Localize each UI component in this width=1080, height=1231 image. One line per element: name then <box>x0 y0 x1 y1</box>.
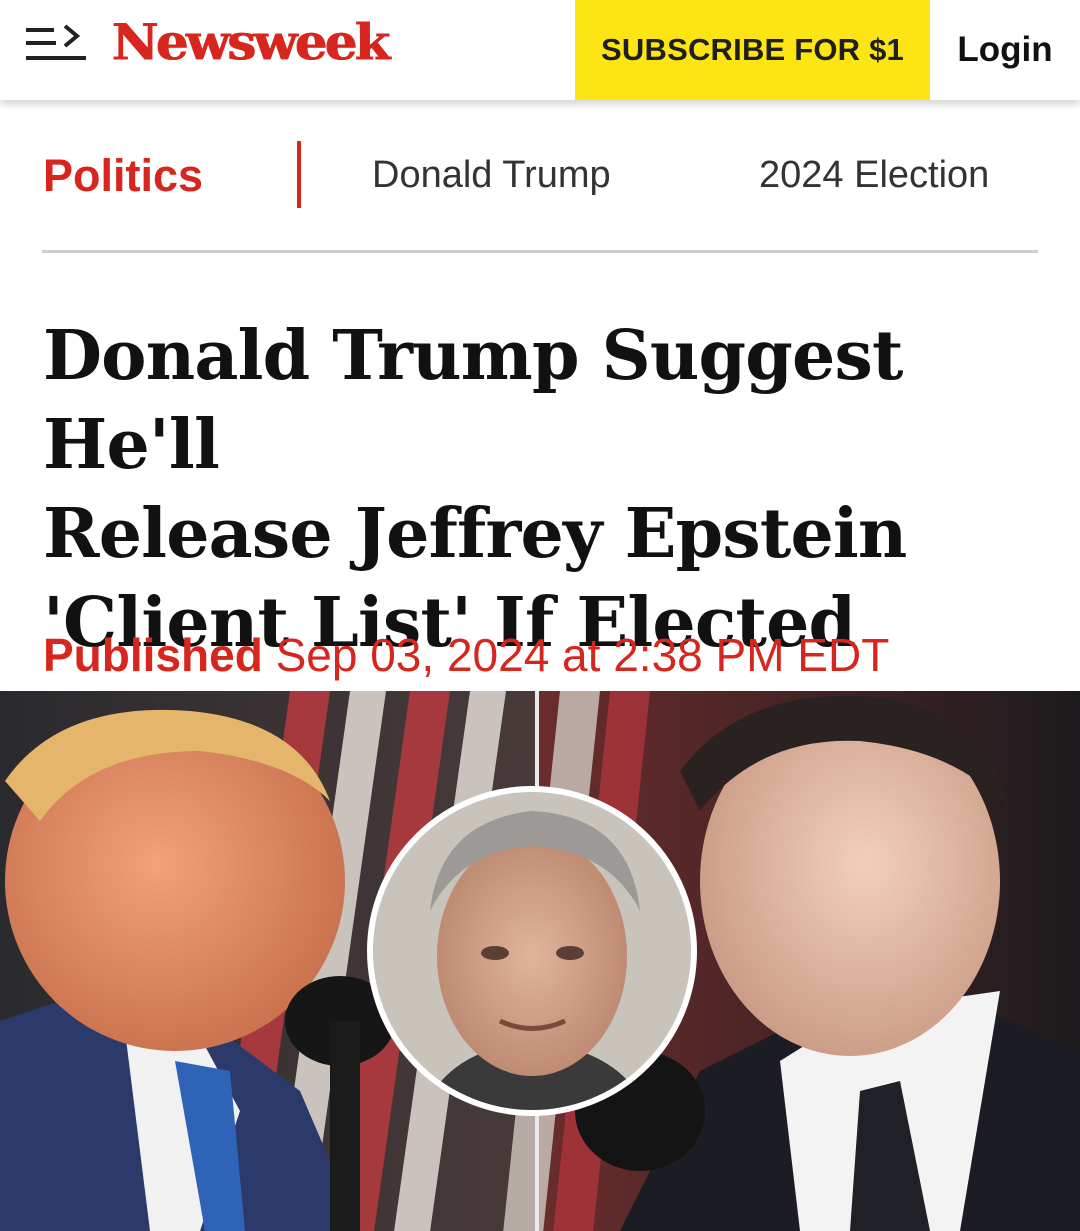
newsweek-logo[interactable]: Newsweek <box>112 11 390 80</box>
headline-line: Release Jeffrey Epstein <box>43 494 907 574</box>
subscribe-button[interactable]: SUBSCRIBE FOR $1 <box>575 0 930 100</box>
category-link-2024-election[interactable]: 2024 Election <box>759 154 989 197</box>
menu-button[interactable] <box>24 22 88 66</box>
hero-image <box>0 691 1080 1231</box>
site-header: Newsweek SUBSCRIBE FOR $1 Login <box>0 0 1080 100</box>
published-line: Published Sep 03, 2024 at 2:38 PM EDT <box>43 628 889 682</box>
category-rule <box>42 250 1038 253</box>
login-button[interactable]: Login <box>930 0 1080 100</box>
category-politics[interactable]: Politics <box>43 150 203 202</box>
article-page: Newsweek SUBSCRIBE FOR $1 Login Politics… <box>0 0 1080 1231</box>
category-nav: Politics Donald Trump 2024 Election <box>0 100 1080 254</box>
hero-composite-illustration <box>0 691 1080 1231</box>
published-label: Published <box>43 629 263 681</box>
headline-line: Donald Trump Suggest He'll <box>43 316 903 485</box>
menu-arrow-icon <box>26 24 86 60</box>
category-divider <box>297 141 301 208</box>
published-date: Sep 03, 2024 at 2:38 PM EDT <box>275 629 890 681</box>
category-link-donald-trump[interactable]: Donald Trump <box>372 154 611 197</box>
article-headline: Donald Trump Suggest He'll Release Jeffr… <box>43 312 1053 668</box>
